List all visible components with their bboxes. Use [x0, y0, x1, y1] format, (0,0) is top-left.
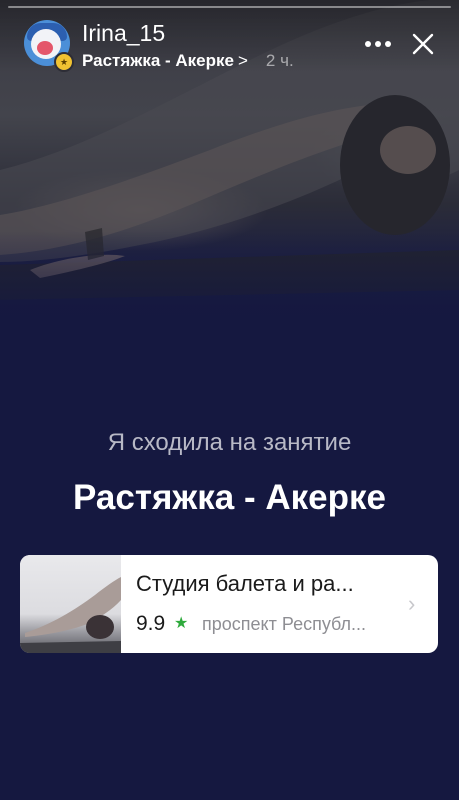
place-name: Студия балета и ра...	[136, 571, 354, 597]
chevron-right-icon: >	[238, 51, 248, 70]
place-address: проспект Республ...	[202, 614, 366, 635]
close-icon[interactable]	[410, 31, 436, 57]
subtitle-label: Растяжка - Акерке	[82, 51, 234, 70]
username[interactable]: Irina_15	[82, 20, 165, 47]
chevron-right-icon: ›	[408, 591, 415, 617]
star-icon: ★	[174, 613, 188, 633]
caption: Я сходила на занятие	[0, 429, 459, 457]
story-progress-bar	[8, 6, 451, 8]
time-ago: 2 ч.	[266, 51, 294, 70]
place-card[interactable]: Студия балета и ра... 9.9 ★ проспект Рес…	[20, 555, 438, 653]
more-icon[interactable]	[364, 30, 392, 58]
activity-title: Растяжка - Акерке	[0, 478, 459, 518]
badge-icon: ★	[54, 52, 74, 72]
place-rating: 9.9	[136, 612, 165, 636]
story-subtitle-link[interactable]: Растяжка - Акерке>2 ч.	[82, 51, 294, 71]
place-thumbnail	[20, 555, 121, 653]
